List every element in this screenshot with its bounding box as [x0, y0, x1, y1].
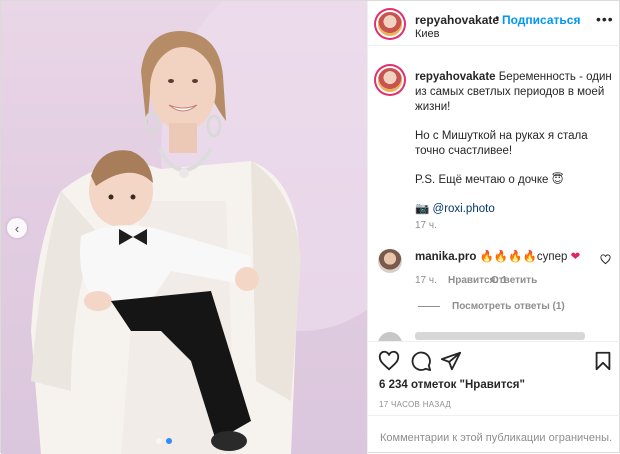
comments-scroll-area[interactable]: repyahovakate Беременность - один из сам… — [368, 46, 620, 341]
post-caption: repyahovakate Беременность - один из сам… — [415, 70, 613, 231]
follow-button[interactable]: Подписаться — [502, 13, 580, 27]
comment-text: 🔥🔥🔥🔥супер — [479, 251, 568, 263]
likes-count[interactable]: 6 234 отметок "Нравится" — [379, 379, 525, 391]
comments-limited-footer: Комментарии к этой публикации ограничены… — [368, 415, 620, 454]
comment-reply-button[interactable]: Ответить — [491, 275, 537, 286]
caption-line-3: P.S. Ещё мечтаю о дочке — [415, 174, 549, 186]
carousel-indicator — [156, 438, 172, 444]
post-photo[interactable]: ‹ — [1, 1, 367, 454]
comment-timestamp[interactable]: 17 ч. — [415, 275, 437, 286]
caption-timestamp[interactable]: 17 ч. — [415, 220, 437, 231]
next-commenter-avatar[interactable] — [378, 332, 402, 341]
smiling-halo-emoji: 😇 — [551, 174, 564, 186]
photo-credit-link[interactable]: @roxi.photo — [433, 203, 495, 215]
save-bookmark-icon[interactable] — [592, 350, 614, 372]
post-location[interactable]: Киев — [415, 28, 440, 40]
author-username[interactable]: repyahovakate — [415, 13, 499, 27]
post-timestamp[interactable]: 17 часов назад — [379, 400, 451, 409]
replies-divider — [418, 306, 440, 307]
comments-limited-notice: Комментарии к этой публикации ограничены… — [380, 432, 613, 444]
share-paper-plane-icon[interactable] — [440, 350, 462, 372]
carousel-dot — [156, 438, 162, 444]
heart-emoji: ❤ — [570, 251, 581, 263]
next-comment-preview — [415, 332, 585, 340]
caption-author-avatar[interactable] — [378, 68, 402, 92]
comment-bubble-icon[interactable] — [410, 350, 432, 372]
action-bar — [368, 341, 620, 377]
instagram-post: ‹ repyahovakate • Подписаться Киев ••• r… — [0, 0, 620, 454]
author-avatar[interactable] — [378, 12, 402, 36]
separator-dot: • — [495, 11, 500, 25]
chevron-left-icon: ‹ — [14, 220, 20, 236]
carousel-dot-active — [166, 438, 172, 444]
comment-like-heart-icon[interactable] — [600, 254, 611, 268]
photo-illustration — [31, 1, 367, 454]
carousel-prev-button[interactable]: ‹ — [7, 218, 27, 238]
caption-username[interactable]: repyahovakate — [415, 71, 496, 83]
like-heart-icon[interactable] — [378, 350, 400, 372]
post-header: repyahovakate • Подписаться Киев ••• — [368, 1, 620, 46]
camera-emoji: 📷 — [415, 203, 430, 215]
commenter-username[interactable]: manika.pro — [415, 251, 476, 263]
more-options-icon[interactable]: ••• — [596, 11, 614, 27]
commenter-avatar[interactable] — [378, 249, 402, 273]
caption-line-2: Но с Мишуткой на руках я стала точно сча… — [415, 130, 588, 157]
comment: manika.pro 🔥🔥🔥🔥супер ❤ — [415, 249, 580, 263]
post-side-panel: repyahovakate • Подписаться Киев ••• rep… — [367, 1, 620, 454]
view-replies-button[interactable]: Посмотреть ответы (1) — [452, 301, 565, 312]
